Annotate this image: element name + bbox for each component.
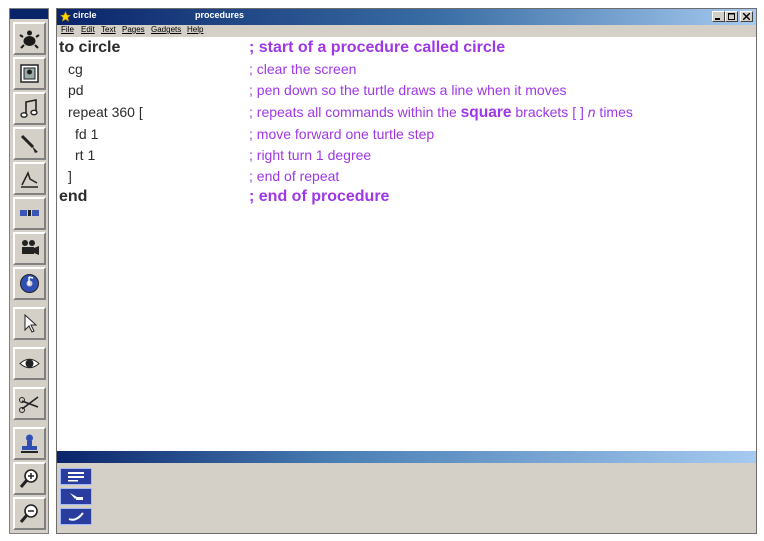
sound-tool[interactable]: [13, 267, 46, 300]
code-comment: ; pen down so the turtle draws a line wh…: [249, 82, 567, 98]
command-center-button[interactable]: [60, 468, 92, 485]
code-comment: ; clear the screen: [249, 61, 357, 77]
menu-bar: File Edit Text Pages Gadgets Help: [57, 25, 756, 37]
window-title-page: circle: [73, 10, 97, 20]
tool-palette: [9, 8, 49, 534]
select-tool[interactable]: [13, 307, 46, 340]
zoom-out-tool[interactable]: [13, 497, 46, 530]
zoom-out-icon: [19, 504, 38, 523]
slider-icon: [21, 171, 38, 188]
comment-italic: n: [587, 104, 596, 120]
code-comment: ; move forward one turtle step: [249, 126, 435, 142]
window-title-name: procedures: [195, 10, 245, 20]
eye-tool[interactable]: [13, 347, 46, 380]
picture-tool[interactable]: [13, 57, 46, 90]
code-comment: ; start of a procedure called circle: [249, 39, 506, 56]
camera-icon: [22, 240, 39, 255]
code-line: end: [59, 188, 88, 205]
button-tool[interactable]: [13, 197, 46, 230]
star-icon: [60, 11, 71, 22]
music-note-icon: [20, 99, 38, 118]
comment-emphasis: square: [460, 104, 512, 121]
menu-gadgets[interactable]: Gadgets: [151, 25, 181, 34]
scissors-tool[interactable]: [13, 387, 46, 420]
command-center-icon: [68, 472, 84, 482]
close-button[interactable]: [740, 11, 753, 22]
menu-file[interactable]: File: [61, 25, 74, 34]
procedures-window: circle procedures File Edit Text Pages G…: [56, 8, 757, 534]
code-comment: ; end of procedure: [249, 188, 390, 205]
code-line: fd 1: [75, 126, 99, 142]
tools-button[interactable]: [60, 488, 92, 505]
menu-pages[interactable]: Pages: [122, 25, 145, 34]
minimize-button[interactable]: [712, 11, 725, 22]
code-line: ]: [68, 168, 72, 184]
code-comment: ; repeats all commands within the square…: [249, 104, 633, 121]
minimize-icon: [715, 18, 720, 20]
turtle-icon: [19, 30, 40, 49]
stamp-tool[interactable]: [13, 427, 46, 460]
video-tool[interactable]: [13, 232, 46, 265]
zoom-in-icon: [19, 469, 38, 488]
brush-icon: [68, 512, 84, 521]
code-line: rt 1: [75, 147, 96, 163]
turtle-tool[interactable]: [13, 22, 46, 55]
eye-icon: [19, 358, 40, 369]
picture-frame-icon: [20, 64, 39, 83]
slider-tool[interactable]: [13, 162, 46, 195]
command-center[interactable]: [57, 463, 756, 533]
close-icon: [743, 13, 750, 20]
command-center-caption[interactable]: [57, 451, 756, 463]
zoom-in-tool[interactable]: [13, 462, 46, 495]
code-line: to circle: [59, 39, 121, 56]
menu-edit[interactable]: Edit: [81, 25, 95, 34]
music-tool[interactable]: [13, 92, 46, 125]
arrow-pointer-icon: [24, 313, 38, 333]
stamp-icon: [21, 434, 38, 453]
cd-icon: [20, 274, 39, 293]
code-comment: ; end of repeat: [249, 168, 340, 184]
procedures-editor[interactable]: to circle ; start of a procedure called …: [57, 37, 756, 451]
comment-text: brackets [ ]: [511, 104, 588, 120]
code-line: cg: [68, 61, 83, 77]
tool-icon: [70, 493, 83, 500]
code-comment: ; right turn 1 degree: [249, 147, 372, 163]
paint-brush-icon: [20, 134, 38, 153]
button-icon: [20, 210, 39, 216]
code-line: pd: [68, 82, 84, 98]
maximize-icon: [728, 13, 735, 20]
comment-text: times: [595, 104, 633, 120]
menu-text[interactable]: Text: [101, 25, 116, 34]
title-bar[interactable]: circle procedures: [57, 9, 756, 25]
paint-tool[interactable]: [13, 127, 46, 160]
menu-help[interactable]: Help: [187, 25, 203, 34]
scissors-icon: [19, 396, 39, 413]
graphics-button[interactable]: [60, 508, 92, 525]
maximize-button[interactable]: [725, 11, 738, 22]
palette-caption: [10, 9, 48, 19]
comment-text: ; repeats all commands within the: [249, 104, 461, 120]
code-line: repeat 360 [: [68, 104, 143, 120]
